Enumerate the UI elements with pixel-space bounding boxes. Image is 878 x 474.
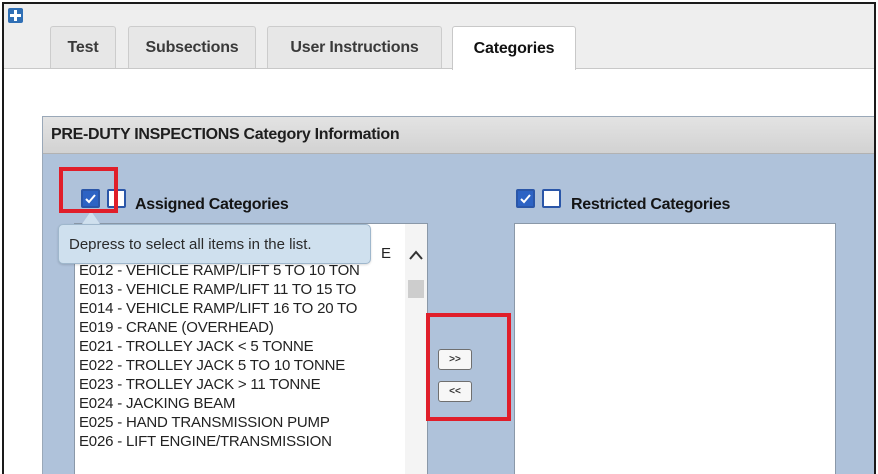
tooltip: Depress to select all items in the list. — [58, 224, 371, 264]
list-item[interactable]: E025 - HAND TRANSMISSION PUMP — [75, 413, 405, 432]
restricted-categories-title: Restricted Categories — [571, 196, 731, 213]
panel-title: PRE-DUTY INSPECTIONS Category Informatio… — [43, 117, 874, 154]
tab-subsections[interactable]: Subsections — [128, 26, 256, 68]
tab-test[interactable]: Test — [50, 26, 116, 68]
highlight-move-buttons — [426, 313, 511, 421]
restricted-select-all-checkbox[interactable] — [516, 189, 535, 208]
checkmark-icon — [520, 194, 531, 204]
tab-user-instructions[interactable]: User Instructions — [267, 26, 442, 68]
highlight-select-all — [59, 167, 118, 213]
add-plus-icon[interactable] — [8, 8, 23, 23]
assigned-categories-title: Assigned Categories — [135, 196, 289, 213]
list-item[interactable]: E021 - TROLLEY JACK < 5 TONNE — [75, 337, 405, 356]
list-item[interactable]: E024 - JACKING BEAM — [75, 394, 405, 413]
list-item[interactable]: E014 - VEHICLE RAMP/LIFT 16 TO 20 TO — [75, 299, 405, 318]
list-item[interactable]: E022 - TROLLEY JACK 5 TO 10 TONNE — [75, 356, 405, 375]
list-item[interactable]: E — [381, 244, 391, 263]
list-item[interactable]: E023 - TROLLEY JACK > 11 TONNE — [75, 375, 405, 394]
list-item[interactable]: E013 - VEHICLE RAMP/LIFT 11 TO 15 TO — [75, 280, 405, 299]
tab-bar: Test Subsections User Instructions Categ… — [4, 4, 874, 70]
list-item[interactable]: E026 - LIFT ENGINE/TRANSMISSION — [75, 432, 405, 451]
scrollbar-thumb[interactable] — [408, 280, 424, 298]
tab-categories[interactable]: Categories — [452, 26, 576, 70]
scroll-up-icon[interactable] — [409, 250, 423, 260]
list-item[interactable]: E019 - CRANE (OVERHEAD) — [75, 318, 405, 337]
list-scrollbar[interactable] — [405, 224, 427, 474]
restricted-deselect-all-checkbox[interactable] — [542, 189, 561, 208]
restricted-categories-list[interactable] — [514, 223, 836, 474]
